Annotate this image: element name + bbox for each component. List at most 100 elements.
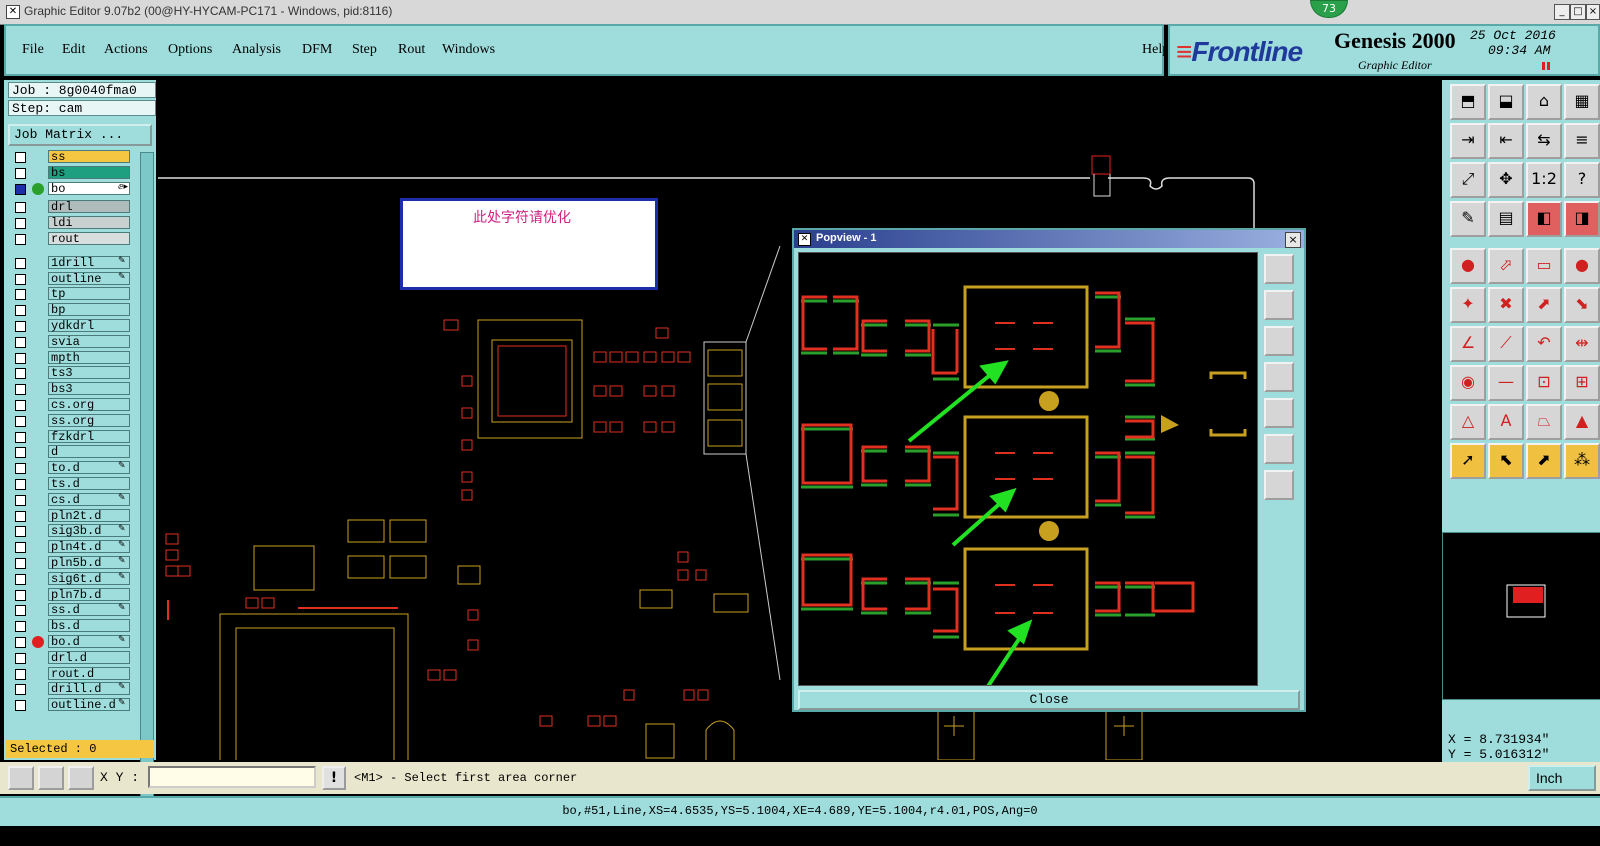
layer-name[interactable]: ts.d <box>48 477 130 491</box>
popview-canvas[interactable] <box>798 252 1258 686</box>
layer-row[interactable]: outline.d ✎ <box>8 698 132 713</box>
menu-edit[interactable]: Edit <box>62 42 85 58</box>
route-icon[interactable]: ⟋ <box>1488 326 1524 362</box>
layer-row[interactable]: bs.d <box>8 619 132 634</box>
layer-checkbox[interactable] <box>15 234 26 245</box>
layer-checkbox[interactable] <box>15 542 26 554</box>
layer-name[interactable]: bs <box>48 165 130 179</box>
layer-checkbox[interactable] <box>15 167 26 179</box>
layer-checkbox[interactable] <box>15 152 26 163</box>
close-window-button[interactable]: × <box>1586 4 1600 20</box>
ratio-icon[interactable]: 1:2 <box>1526 162 1562 198</box>
line-edit-icon[interactable]: — <box>1488 365 1524 401</box>
layer-checkbox[interactable] <box>15 415 26 427</box>
layer-checkbox[interactable] <box>15 573 26 585</box>
move-icon[interactable]: ✦ <box>1450 287 1486 323</box>
layer-checkbox[interactable] <box>15 510 26 522</box>
polygon-icon[interactable]: ⏢ <box>1526 404 1562 440</box>
menu-options[interactable]: Options <box>168 42 212 58</box>
layer-checkbox[interactable] <box>15 605 26 617</box>
layer-checkbox[interactable] <box>15 336 26 348</box>
layer-checkbox[interactable] <box>15 257 26 269</box>
layer-name[interactable]: d <box>48 445 130 459</box>
layer-row[interactable]: ss.org <box>8 413 132 429</box>
layer-checkbox[interactable] <box>15 652 26 664</box>
layer-name[interactable]: bp <box>48 303 130 317</box>
layer-row[interactable]: 1drill ✎ <box>8 255 132 271</box>
layer-row[interactable]: cs.d ✎ <box>8 492 132 508</box>
job-matrix-button[interactable]: Job Matrix ... <box>8 124 152 146</box>
layer-checkbox[interactable] <box>15 589 26 601</box>
layer-row[interactable]: bs <box>8 165 132 181</box>
draw-line-icon[interactable]: ∠ <box>1450 326 1486 362</box>
layer-row[interactable]: sig3b.d ✎ <box>8 524 132 539</box>
layer-checkbox[interactable] <box>15 384 26 396</box>
layer-row[interactable]: pln7b.d <box>8 587 132 603</box>
layer-list-scrollbar[interactable] <box>140 152 154 810</box>
layer-row[interactable]: bo ⅇ▸ <box>8 181 132 197</box>
layer-checkbox[interactable] <box>15 218 26 230</box>
window-icon[interactable]: ▦ <box>1564 84 1600 120</box>
layer-row[interactable]: drl <box>8 200 132 215</box>
menu-rout[interactable]: Rout <box>398 42 425 58</box>
layer-row[interactable]: bo.d ✎ <box>8 635 132 650</box>
layer-row[interactable]: ldi <box>8 216 132 231</box>
layer-checkbox[interactable] <box>15 447 26 459</box>
layer-row[interactable]: rout.d <box>8 666 132 682</box>
netlist-icon[interactable]: ◨ <box>1564 201 1600 237</box>
layer-name[interactable]: ldi <box>48 216 130 230</box>
popview-pan-right-icon[interactable] <box>1264 398 1294 428</box>
layer-checkbox[interactable] <box>15 202 26 214</box>
minimize-button[interactable]: _ <box>1554 4 1570 20</box>
popview-pan-up-icon[interactable] <box>1264 290 1294 320</box>
layer-checkbox[interactable] <box>15 668 26 680</box>
grid-icon[interactable]: ▤ <box>1488 201 1524 237</box>
open-step-icon[interactable]: ⬒ <box>1450 84 1486 120</box>
layer-checkbox[interactable] <box>15 305 26 317</box>
layer-row[interactable]: bp <box>8 303 132 318</box>
home-icon[interactable]: ⌂ <box>1526 84 1562 120</box>
layer-name[interactable]: bs3 <box>48 382 130 396</box>
save-icon[interactable]: ⬓ <box>1488 84 1524 120</box>
layer-name[interactable]: drl.d <box>48 650 130 664</box>
layer-checkbox[interactable] <box>15 558 26 569</box>
layer-checkbox[interactable] <box>15 368 26 380</box>
layer-checkbox[interactable] <box>15 479 26 490</box>
unit-selector[interactable]: Inch <box>1528 765 1596 791</box>
layer-name[interactable]: ss.org <box>48 413 130 427</box>
layer-name[interactable]: tp <box>48 287 130 301</box>
layer-name[interactable]: fzkdrl <box>48 429 130 443</box>
layer-name[interactable]: bs.d <box>48 619 130 633</box>
popview-close-icon[interactable]: × <box>1285 232 1301 248</box>
copy-icon[interactable]: ⇆ <box>1526 123 1562 159</box>
resize-icon[interactable]: ⊡ <box>1526 365 1562 401</box>
menu-file[interactable]: File <box>22 42 44 58</box>
layer-checkbox[interactable] <box>15 321 26 332</box>
layer-checkbox[interactable] <box>15 400 26 411</box>
layer-name[interactable]: ss <box>48 150 130 164</box>
add-line-icon[interactable]: ⬀ <box>1488 248 1524 284</box>
layer-row[interactable]: ts.d <box>8 477 132 492</box>
select-icon[interactable]: ➚ <box>1450 443 1486 479</box>
layer-checkbox[interactable] <box>15 621 26 633</box>
layer-row[interactable]: bs3 <box>8 382 132 397</box>
arc-icon[interactable]: △ <box>1450 404 1486 440</box>
snap-mode-icon[interactable] <box>8 766 34 790</box>
angle-mode-icon[interactable] <box>38 766 64 790</box>
layer-checkbox[interactable] <box>15 352 26 364</box>
layer-row[interactable]: drill.d ✎ <box>8 682 132 697</box>
popview-zoom-out-icon[interactable] <box>1264 470 1294 500</box>
layer-checkbox[interactable] <box>15 289 26 301</box>
select-net-icon[interactable]: ⬈ <box>1526 443 1562 479</box>
mirror-icon[interactable]: ⇹ <box>1564 326 1600 362</box>
layer-row[interactable]: pln4t.d ✎ <box>8 540 132 555</box>
layer-row[interactable]: outline ✎ <box>8 271 132 287</box>
menu-actions[interactable]: Actions <box>104 42 148 58</box>
select-area-icon[interactable]: ⬉ <box>1488 443 1524 479</box>
popview-pan-down-icon[interactable] <box>1264 326 1294 356</box>
layer-name[interactable]: svia <box>48 334 130 348</box>
layer-checkbox[interactable] <box>15 431 26 443</box>
menu-help[interactable]: Help <box>1142 42 1169 58</box>
layer-row[interactable]: ss <box>8 150 132 165</box>
select-all-icon[interactable]: ⁂ <box>1564 443 1600 479</box>
